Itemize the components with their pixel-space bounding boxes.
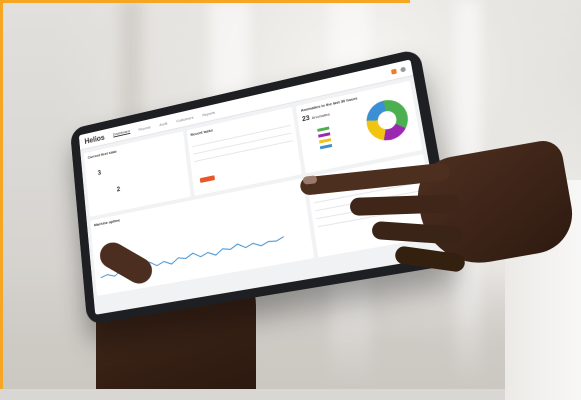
legend-swatch (319, 138, 332, 144)
topbar-icons (390, 66, 407, 75)
anomaly-count: 23 (301, 114, 311, 124)
tab-customers[interactable]: Customers (176, 114, 194, 122)
tab-audit[interactable]: Audit (159, 120, 168, 126)
card-value: 3 (97, 169, 102, 177)
finger (349, 194, 461, 216)
app-logo: Helios (84, 132, 106, 146)
notification-icon[interactable] (390, 68, 397, 75)
accent-border-top (0, 0, 410, 3)
tab-dashboard[interactable]: Dashboard (112, 128, 131, 138)
anomaly-label: Anomalies (311, 111, 331, 121)
action-button[interactable] (199, 175, 215, 184)
tab-reports[interactable]: Reports (138, 124, 151, 131)
card-value: 2 (116, 186, 121, 194)
user-icon[interactable] (400, 66, 407, 73)
tab-reports-2[interactable]: Reports (202, 109, 215, 116)
legend-swatch (317, 126, 330, 132)
donut-chart (363, 96, 412, 145)
accent-border-left (0, 0, 3, 389)
legend-swatch (320, 143, 333, 150)
legend-swatch (318, 132, 331, 138)
